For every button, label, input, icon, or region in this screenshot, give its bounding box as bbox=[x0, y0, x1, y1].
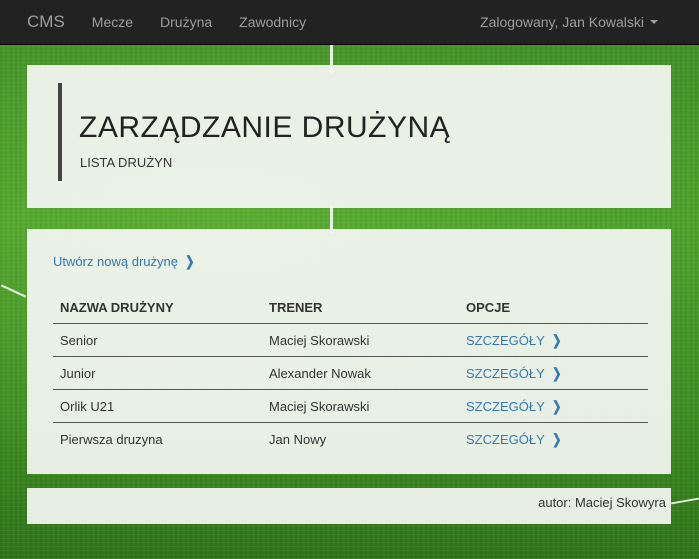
details-link[interactable]: SZCZEGÓŁY ❯ bbox=[459, 356, 648, 390]
pitch-line bbox=[0, 284, 27, 298]
create-team-link[interactable]: Utwórz nową drużynę ❯ bbox=[53, 253, 196, 270]
chevron-right-icon: ❯ bbox=[551, 397, 562, 414]
nav-link-druzyna[interactable]: Drużyna bbox=[160, 14, 212, 30]
details-link[interactable]: SZCZEGÓŁY ❯ bbox=[459, 389, 648, 423]
footer-panel: autor: Maciej Skowyra bbox=[27, 488, 671, 524]
table-row: Orlik U21 Maciej Skorawski SZCZEGÓŁY ❯ bbox=[53, 389, 648, 423]
coach-cell: Alexander Nowak bbox=[262, 356, 459, 390]
coach-cell: Maciej Skorawski bbox=[262, 323, 459, 357]
pitch-line bbox=[671, 497, 699, 505]
table-row: Pierwsza druzyna Jan Nowy SZCZEGÓŁY ❯ bbox=[53, 423, 648, 456]
details-label: SZCZEGÓŁY bbox=[466, 431, 545, 447]
details-label: SZCZEGÓŁY bbox=[466, 365, 545, 381]
table-header-row: NAZWA DRUŻYNY TRENER OPCJE bbox=[53, 291, 648, 324]
chevron-right-icon: ❯ bbox=[551, 430, 562, 447]
caret-down-icon bbox=[650, 20, 658, 24]
author-credit: autor: Maciej Skowyra bbox=[538, 495, 666, 510]
table-row: Senior Maciej Skorawski SZCZEGÓŁY ❯ bbox=[53, 323, 648, 357]
nav-link-zawodnicy[interactable]: Zawodnicy bbox=[239, 14, 306, 30]
user-menu-dropdown[interactable]: Zalogowany, Jan Kowalski bbox=[480, 0, 658, 44]
column-header-coach: TRENER bbox=[262, 291, 459, 324]
column-header-name: NAZWA DRUŻYNY bbox=[53, 291, 262, 324]
team-name-cell: Junior bbox=[53, 356, 262, 390]
nav-link-mecze[interactable]: Mecze bbox=[92, 14, 133, 30]
details-link[interactable]: SZCZEGÓŁY ❯ bbox=[459, 323, 648, 357]
teams-table: NAZWA DRUŻYNY TRENER OPCJE Senior Maciej… bbox=[53, 291, 648, 455]
column-header-options: OPCJE bbox=[459, 291, 648, 324]
page-title: ZARZĄDZANIE DRUŻYNĄ bbox=[79, 111, 451, 144]
chevron-right-icon: ❯ bbox=[551, 364, 562, 381]
create-team-label: Utwórz nową drużynę bbox=[53, 254, 178, 269]
page-header-panel: ZARZĄDZANIE DRUŻYNĄ LISTA DRUŻYN bbox=[27, 65, 671, 208]
table-row: Junior Alexander Nowak SZCZEGÓŁY ❯ bbox=[53, 356, 648, 390]
user-menu-label: Zalogowany, Jan Kowalski bbox=[480, 14, 644, 30]
team-name-cell: Senior bbox=[53, 323, 262, 357]
team-name-cell: Orlik U21 bbox=[53, 389, 262, 423]
brand-logo[interactable]: CMS bbox=[27, 12, 65, 32]
team-list-panel: Utwórz nową drużynę ❯ NAZWA DRUŻYNY TREN… bbox=[27, 229, 671, 474]
details-link[interactable]: SZCZEGÓŁY ❯ bbox=[459, 423, 648, 456]
chevron-right-icon: ❯ bbox=[551, 331, 562, 348]
details-label: SZCZEGÓŁY bbox=[466, 398, 545, 414]
top-navbar: CMS Mecze Drużyna Zawodnicy Zalogowany, … bbox=[0, 0, 699, 45]
page-subtitle: LISTA DRUŻYN bbox=[80, 155, 173, 170]
header-accent-bar bbox=[58, 83, 62, 181]
coach-cell: Jan Nowy bbox=[269, 431, 327, 447]
team-name-cell: Pierwsza druzyna bbox=[60, 431, 163, 447]
coach-cell: Maciej Skorawski bbox=[262, 389, 459, 423]
details-label: SZCZEGÓŁY bbox=[466, 332, 545, 348]
chevron-right-icon: ❯ bbox=[185, 253, 195, 269]
